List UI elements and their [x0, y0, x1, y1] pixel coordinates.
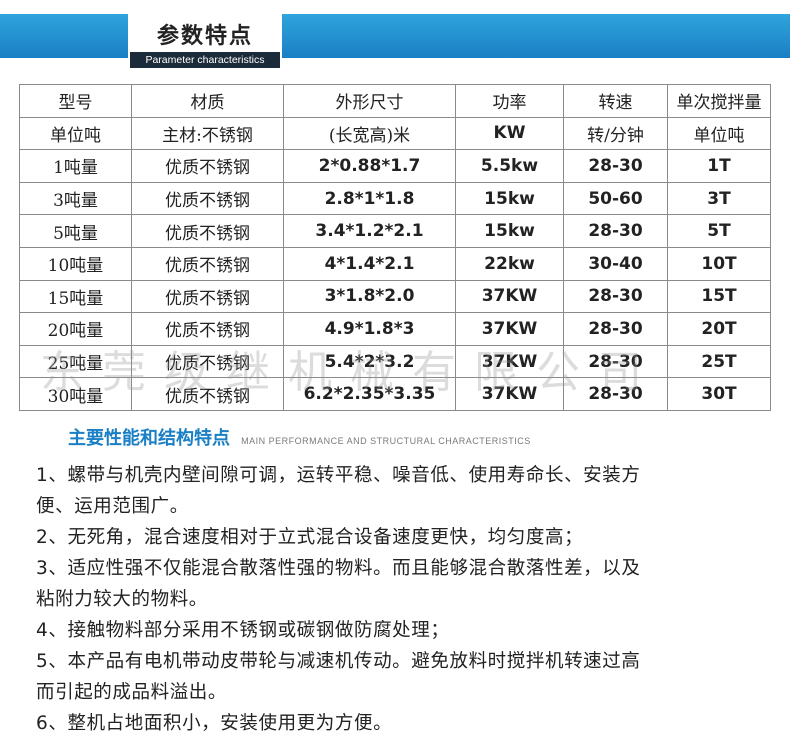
dimension-cell: 5.4*2*3.2 [283, 344, 456, 379]
power-cell: 37KW [455, 312, 564, 346]
capacity-cell: 20T [667, 312, 771, 346]
capacity-cell: 3T [667, 181, 771, 216]
header-cell: 转速 [563, 84, 668, 118]
feature-line: 便、运用范围广。 [36, 496, 189, 517]
table-row: 3吨量 优质不锈钢 2.8*1*1.8 15kw 50-60 3T [19, 181, 771, 216]
model-cell: 25吨量 [19, 344, 132, 379]
banner-title-box: 参数特点 Parameter characteristics [128, 10, 282, 68]
material-cell: 优质不锈钢 [131, 312, 284, 346]
table-row: 30吨量 优质不锈钢 6.2*2.35*3.35 37KW 28-30 30T [19, 377, 771, 411]
unit-cell: 单位吨 [19, 116, 132, 151]
feature-line: 1、螺带与机壳内壁间隙可调，运转平稳、噪音低、使用寿命长、安装方 [36, 465, 641, 486]
feature-line: 粘附力较大的物料。 [36, 589, 208, 610]
capacity-cell: 5T [667, 214, 771, 248]
unit-cell: 主材:不锈钢 [131, 116, 284, 151]
banner-subtitle: Parameter characteristics [130, 52, 280, 68]
capacity-cell: 10T [667, 246, 771, 281]
material-cell: 优质不锈钢 [131, 344, 284, 379]
banner-bar-left [0, 14, 128, 58]
power-cell: 37KW [455, 377, 564, 411]
banner-bar-right [282, 14, 790, 58]
model-cell: 15吨量 [19, 279, 132, 314]
speed-cell: 50-60 [563, 181, 668, 216]
feature-line: 5、本产品有电机带动皮带轮与减速机传动。避免放料时搅拌机转速过高 [36, 651, 641, 672]
model-cell: 1吨量 [19, 149, 132, 183]
power-cell: 37KW [455, 279, 564, 314]
table-row: 25吨量 优质不锈钢 5.4*2*3.2 37KW 28-30 25T [19, 344, 771, 379]
material-cell: 优质不锈钢 [131, 181, 284, 216]
table-units-row: 单位吨 主材:不锈钢 (长宽高)米 KW 转/分钟 单位吨 [19, 116, 771, 151]
unit-cell: KW [455, 116, 564, 151]
speed-cell: 28-30 [563, 149, 668, 183]
dimension-cell: 2.8*1*1.8 [283, 181, 456, 216]
section-heading: 主要性能和结构特点 MAIN PERFORMANCE AND STRUCTURA… [68, 424, 531, 450]
feature-line: 4、接触物料部分采用不锈钢或碳钢做防腐处理； [36, 620, 450, 641]
model-cell: 5吨量 [19, 214, 132, 248]
capacity-cell: 30T [667, 377, 771, 411]
banner-title: 参数特点 [156, 24, 253, 49]
speed-cell: 28-30 [563, 344, 668, 379]
dimension-cell: 3.4*1.2*2.1 [283, 214, 456, 248]
dimension-cell: 3*1.8*2.0 [283, 279, 456, 314]
material-cell: 优质不锈钢 [131, 377, 284, 411]
model-cell: 10吨量 [19, 246, 132, 281]
dimension-cell: 4.9*1.8*3 [283, 312, 456, 346]
header-cell: 外形尺寸 [283, 84, 456, 118]
model-cell: 30吨量 [19, 377, 132, 411]
table-row: 1吨量 优质不锈钢 2*0.88*1.7 5.5kw 28-30 1T [19, 149, 771, 183]
dimension-cell: 6.2*2.35*3.35 [283, 377, 456, 411]
table-row: 5吨量 优质不锈钢 3.4*1.2*2.1 15kw 28-30 5T [19, 214, 771, 248]
feature-line: 而引起的成品料溢出。 [36, 682, 228, 703]
header-banner: 参数特点 Parameter characteristics [0, 0, 790, 68]
power-cell: 15kw [455, 181, 564, 216]
material-cell: 优质不锈钢 [131, 149, 284, 183]
feature-line: 2、无死角，混合速度相对于立式混合设备速度更快，均匀度高； [36, 527, 584, 548]
dimension-cell: 2*0.88*1.7 [283, 149, 456, 183]
speed-cell: 28-30 [563, 377, 668, 411]
header-cell: 单次搅拌量 [667, 84, 771, 118]
material-cell: 优质不锈钢 [131, 279, 284, 314]
table-row: 10吨量 优质不锈钢 4*1.4*2.1 22kw 30-40 10T [19, 246, 771, 281]
power-cell: 5.5kw [455, 149, 564, 183]
capacity-cell: 15T [667, 279, 771, 314]
model-cell: 20吨量 [19, 312, 132, 346]
table-header-row: 型号 材质 外形尺寸 功率 转速 单次搅拌量 [19, 84, 771, 118]
parameter-table: 型号 材质 外形尺寸 功率 转速 单次搅拌量 单位吨 主材:不锈钢 (长宽高)米… [19, 84, 771, 411]
speed-cell: 28-30 [563, 279, 668, 314]
header-cell: 材质 [131, 84, 284, 118]
dimension-cell: 4*1.4*2.1 [283, 246, 456, 281]
table-row: 20吨量 优质不锈钢 4.9*1.8*3 37KW 28-30 20T [19, 312, 771, 346]
feature-line: 3、适应性强不仅能混合散落性强的物料。而且能够混合散落性差，以及 [36, 558, 641, 579]
header-cell: 型号 [19, 84, 132, 118]
model-cell: 3吨量 [19, 181, 132, 216]
speed-cell: 28-30 [563, 214, 668, 248]
unit-cell: 单位吨 [667, 116, 771, 151]
speed-cell: 28-30 [563, 312, 668, 346]
section-title: 主要性能和结构特点 [68, 428, 230, 449]
power-cell: 37KW [455, 344, 564, 379]
unit-cell: (长宽高)米 [283, 116, 456, 151]
section-subtitle: MAIN PERFORMANCE AND STRUCTURAL CHARACTE… [241, 436, 531, 446]
speed-cell: 30-40 [563, 246, 668, 281]
unit-cell: 转/分钟 [563, 116, 668, 151]
power-cell: 15kw [455, 214, 564, 248]
header-cell: 功率 [455, 84, 564, 118]
table-row: 15吨量 优质不锈钢 3*1.8*2.0 37KW 28-30 15T [19, 279, 771, 314]
capacity-cell: 1T [667, 149, 771, 183]
capacity-cell: 25T [667, 344, 771, 379]
material-cell: 优质不锈钢 [131, 214, 284, 248]
material-cell: 优质不锈钢 [131, 246, 284, 281]
feature-line: 6、整机占地面积小，安装使用更为方便。 [36, 713, 393, 734]
power-cell: 22kw [455, 246, 564, 281]
feature-list: 1、螺带与机壳内壁间隙可调，运转平稳、噪音低、使用寿命长、安装方 便、运用范围广… [36, 460, 766, 739]
